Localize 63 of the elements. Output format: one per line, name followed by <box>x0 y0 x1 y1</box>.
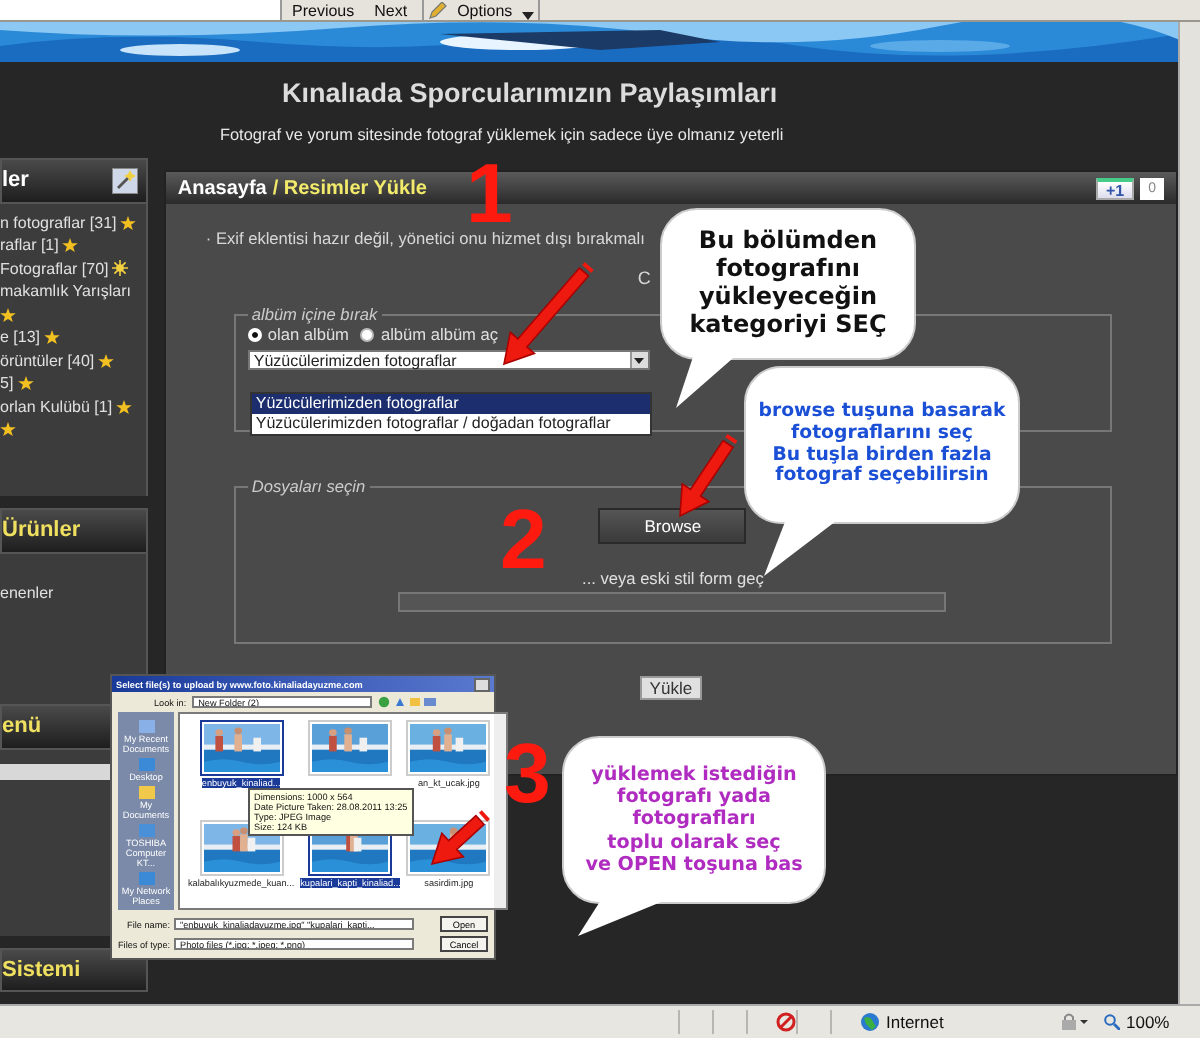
blocked-icon <box>776 1012 796 1032</box>
panel-title: ler <box>2 168 29 193</box>
magic-wand-icon[interactable] <box>111 167 138 194</box>
site-subtitle: Fotograf ve yorum sitesinde fotograf yüklemek için sadece üye olmanız yeterli <box>220 126 786 144</box>
category-link[interactable]: e [13] <box>0 328 41 347</box>
star-icon <box>0 422 16 437</box>
category-link[interactable]: orlan Kulübü [1] <box>0 397 113 416</box>
category-link[interactable]: raflar [1] <box>0 236 59 255</box>
globe-icon <box>860 1012 880 1032</box>
category-link[interactable]: 5] <box>0 374 14 393</box>
panel-title: Sistemi <box>2 958 81 983</box>
sun-icon <box>112 260 129 277</box>
star-icon <box>120 215 137 230</box>
toolbar-button[interactable]: Next <box>364 4 418 20</box>
alt-form-link[interactable]: ... veya eski stil form geç <box>582 568 764 588</box>
partial-text: C <box>637 268 651 292</box>
group-label: Dosyaları seçin <box>249 476 368 496</box>
dropdown-arrow-icon[interactable] <box>629 352 648 368</box>
scrollbar[interactable] <box>494 714 507 908</box>
zoom-level[interactable]: 100% <box>1126 1012 1170 1032</box>
navigation-icons[interactable] <box>378 696 439 708</box>
radio-option[interactable]: olan albüm <box>247 324 349 344</box>
category-link[interactable]: makamlık Yarışları <box>0 282 131 301</box>
callout-text: browse tuşuna basarak fotograflarını seç Bu tuşla birden fazla fotograf seçebilirsin <box>758 401 1006 489</box>
browse-button[interactable]: Browse <box>598 508 747 544</box>
site-title: Kınalıada Sporcularımızın Paylaşımları <box>282 78 780 108</box>
upload-button[interactable]: Yükle <box>639 676 703 700</box>
group-label: albüm içine bırak <box>249 304 380 324</box>
category-link[interactable]: n fotograflar [31] <box>0 213 117 232</box>
star-icon <box>98 353 115 368</box>
zoom-icon <box>1104 1014 1120 1030</box>
scrollbar[interactable] <box>1178 22 1200 1004</box>
current-page-label: / Resimler Yükle <box>272 177 427 199</box>
star-icon <box>62 238 79 253</box>
step-number: 2 <box>500 510 547 570</box>
panel-title: Ürünler <box>2 518 81 543</box>
plus-one-button[interactable]: +1 <box>1095 177 1135 199</box>
search-field[interactable] <box>0 0 282 20</box>
home-link[interactable]: Anasayfa <box>177 177 267 199</box>
radio-label: olan albüm <box>267 324 349 344</box>
panel-title: enü <box>2 714 42 739</box>
toolbar-button[interactable]: Previous <box>282 4 365 20</box>
step-number: 3 <box>504 744 551 804</box>
album-select[interactable]: Yüzücülerimizden fotograflar <box>247 350 650 370</box>
category-link[interactable]: Fotograflar [70] <box>0 259 109 278</box>
callout-text: yüklemek istediğin fotografı yada fotografları toplu olarak seç ve OPEN toşuna bas <box>585 764 803 876</box>
file-input-field[interactable] <box>398 592 947 612</box>
zone-label: Internet <box>886 1012 944 1032</box>
star-icon <box>17 376 34 391</box>
options-button[interactable]: Options <box>447 4 523 20</box>
star-icon <box>44 330 61 345</box>
file-thumbnail[interactable] <box>199 720 284 776</box>
callout-text: Bu bölümden fotografını yükleyeceğin kategoriyi SEÇ <box>689 228 887 340</box>
dropdown-option[interactable]: Yüzücülerimizden fotograflar <box>251 394 650 414</box>
step-number: 1 <box>466 164 513 224</box>
lock-icon[interactable] <box>1060 1012 1088 1032</box>
product-link[interactable]: enenler <box>0 584 54 603</box>
category-link[interactable]: örüntüler [40] <box>0 351 95 370</box>
star-icon <box>116 399 133 414</box>
notice-text: · Exif eklentisi hazır değil, yönetici onu hizmet dışı bırakmalı <box>205 228 645 248</box>
star-icon <box>0 307 16 322</box>
close-button[interactable] <box>474 677 490 691</box>
radio-button[interactable] <box>360 327 375 341</box>
